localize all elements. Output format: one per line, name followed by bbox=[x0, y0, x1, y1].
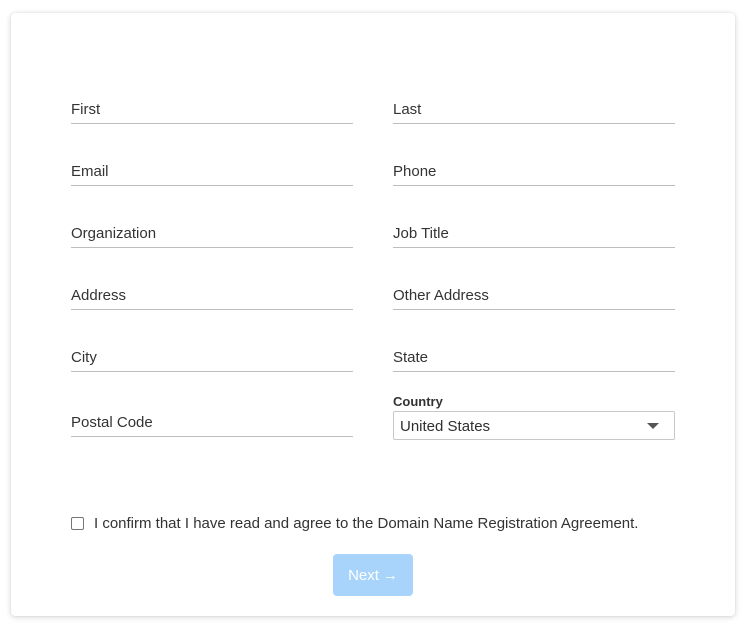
next-button[interactable]: Next → bbox=[333, 554, 413, 596]
country-label: Country bbox=[393, 394, 443, 409]
email-field bbox=[71, 149, 353, 186]
last-name-input[interactable] bbox=[393, 87, 675, 123]
agreement-checkbox[interactable] bbox=[71, 516, 84, 530]
state-field bbox=[393, 335, 675, 372]
address-field bbox=[71, 273, 353, 310]
postal-code-field bbox=[71, 400, 353, 437]
country-selected-value: United States bbox=[400, 418, 491, 435]
chevron-down-icon bbox=[647, 423, 659, 429]
agreement-label: I confirm that I have read and agree to … bbox=[94, 514, 639, 532]
first-name-field bbox=[71, 87, 353, 124]
state-input[interactable] bbox=[393, 335, 675, 371]
organization-input[interactable] bbox=[71, 211, 353, 247]
last-name-field bbox=[393, 87, 675, 124]
city-field bbox=[71, 335, 353, 372]
arrow-right-icon: → bbox=[382, 566, 398, 584]
city-input[interactable] bbox=[71, 335, 353, 371]
other-address-field bbox=[393, 273, 675, 310]
phone-input[interactable] bbox=[393, 149, 675, 185]
agreement-row: I confirm that I have read and agree to … bbox=[71, 513, 638, 533]
phone-field bbox=[393, 149, 675, 186]
registration-form-card: Country United States I confirm that I h… bbox=[11, 13, 735, 616]
postal-code-input[interactable] bbox=[71, 400, 353, 436]
country-select[interactable]: United States bbox=[393, 411, 675, 440]
other-address-input[interactable] bbox=[393, 273, 675, 309]
first-name-input[interactable] bbox=[71, 87, 353, 123]
next-button-label: Next bbox=[348, 566, 379, 584]
email-input[interactable] bbox=[71, 149, 353, 185]
address-input[interactable] bbox=[71, 273, 353, 309]
organization-field bbox=[71, 211, 353, 248]
job-title-input[interactable] bbox=[393, 211, 675, 247]
job-title-field bbox=[393, 211, 675, 248]
